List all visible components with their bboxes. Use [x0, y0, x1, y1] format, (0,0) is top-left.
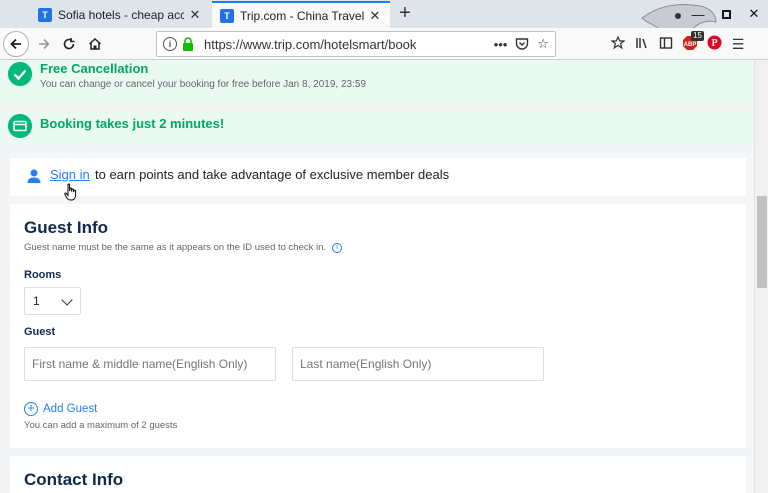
- badge-count: 15: [691, 30, 704, 41]
- close-window-icon[interactable]: ✕: [740, 6, 768, 22]
- bookmarks-download-icon[interactable]: [606, 35, 630, 53]
- url-text[interactable]: https://www.trip.com/hotelsmart/book: [204, 37, 486, 52]
- sign-in-prompt: Sign in to earn points and take advantag…: [10, 158, 746, 196]
- guest-info-card: Guest Info Guest name must be the same a…: [10, 204, 746, 448]
- tab-sofia-hotels[interactable]: T Sofia hotels - cheap accommo ✕: [30, 1, 210, 28]
- lock-icon[interactable]: [182, 37, 194, 51]
- contact-info-card: Contact Info: [10, 456, 746, 493]
- close-tab-icon[interactable]: ✕: [188, 7, 202, 23]
- rooms-value: 1: [33, 294, 40, 308]
- guest-info-subtitle: Guest name must be the same as it appear…: [24, 242, 343, 253]
- sidebar-icon[interactable]: [654, 36, 678, 53]
- toolbar-right: ABP 15 P ☰: [606, 30, 750, 55]
- more-icon[interactable]: •••: [494, 37, 508, 52]
- checkmark-icon: [8, 62, 32, 86]
- last-name-input[interactable]: [292, 347, 544, 381]
- back-icon[interactable]: [3, 31, 29, 57]
- trip-favicon-icon: T: [38, 7, 52, 22]
- svg-text:ABP: ABP: [684, 42, 697, 48]
- sign-in-text: to earn points and take advantage of exc…: [95, 167, 450, 182]
- forward-icon[interactable]: [31, 31, 57, 57]
- adblock-icon[interactable]: ABP 15: [678, 30, 704, 54]
- guest-label: Guest: [24, 326, 56, 338]
- new-tab-button[interactable]: +: [394, 3, 416, 25]
- info-icon[interactable]: i: [163, 37, 177, 51]
- menu-icon[interactable]: ☰: [726, 36, 750, 53]
- quick-booking-banner: Booking takes just 2 minutes!: [0, 106, 754, 144]
- reload-icon[interactable]: [56, 31, 82, 57]
- library-icon[interactable]: [630, 36, 654, 53]
- free-cancellation-title: Free Cancellation: [40, 61, 149, 76]
- rooms-label: Rooms: [24, 269, 62, 281]
- address-bar[interactable]: i https://www.trip.com/hotelsmart/book •…: [156, 31, 556, 57]
- chevron-down-icon: [61, 294, 73, 306]
- trip-favicon-icon: T: [220, 8, 234, 23]
- tab-trip-com[interactable]: T Trip.com - China Travel, Cheap ✕: [212, 1, 390, 28]
- page-content: Free Cancellation You can change or canc…: [0, 60, 754, 493]
- minimize-icon[interactable]: —: [684, 7, 712, 22]
- window-controls: — ✕: [684, 0, 768, 28]
- sign-in-link[interactable]: Sign in: [50, 167, 90, 182]
- first-name-input[interactable]: [24, 347, 276, 381]
- close-tab-icon[interactable]: ✕: [368, 8, 382, 24]
- scrollbar-thumb[interactable]: [757, 196, 767, 288]
- hand-cursor-icon: [64, 183, 77, 201]
- quick-booking-title: Booking takes just 2 minutes!: [40, 116, 225, 131]
- page-scrollbar[interactable]: [754, 60, 768, 493]
- contact-info-title: Contact Info: [24, 470, 124, 489]
- maximize-icon[interactable]: [712, 7, 740, 22]
- add-guest-button[interactable]: + Add Guest: [24, 402, 97, 416]
- rooms-select[interactable]: 1: [24, 287, 81, 315]
- tab-title: Sofia hotels - cheap accommo: [58, 7, 184, 22]
- free-cancellation-subtitle: You can change or cancel your booking fo…: [40, 79, 366, 90]
- add-guest-label: Add Guest: [43, 403, 98, 415]
- bookmark-star-icon[interactable]: ☆: [537, 36, 549, 52]
- free-cancellation-banner: Free Cancellation You can change or canc…: [0, 60, 754, 106]
- credit-card-icon: [8, 114, 32, 138]
- svg-text:P: P: [711, 38, 717, 49]
- navigation-bar: i https://www.trip.com/hotelsmart/book •…: [0, 28, 768, 60]
- add-guest-note: You can add a maximum of 2 guests: [24, 420, 178, 431]
- guest-info-hint: Guest name must be the same as it appear…: [24, 242, 327, 253]
- tab-title: Trip.com - China Travel, Cheap: [240, 8, 364, 23]
- guest-info-title: Guest Info: [24, 218, 109, 237]
- info-circle-icon[interactable]: i: [332, 242, 343, 253]
- pocket-icon[interactable]: [515, 37, 529, 51]
- home-icon[interactable]: [82, 31, 108, 57]
- plus-circle-icon: +: [24, 402, 38, 416]
- user-icon: [27, 169, 41, 183]
- pinterest-icon[interactable]: P: [702, 35, 726, 53]
- tab-bar: T Sofia hotels - cheap accommo ✕ T Trip.…: [0, 0, 768, 58]
